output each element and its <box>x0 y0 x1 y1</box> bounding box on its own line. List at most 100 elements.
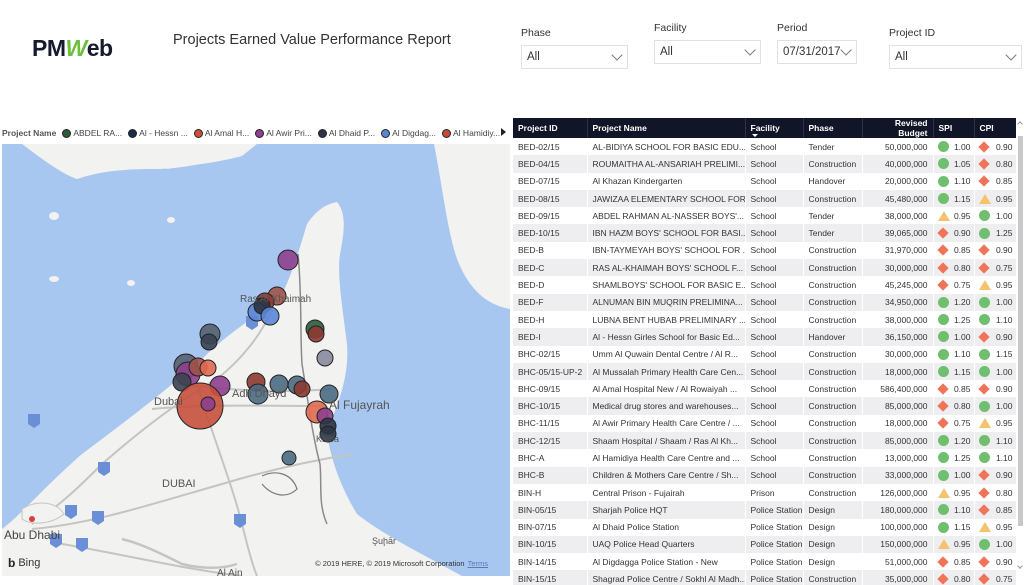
spi-status-diamond-icon <box>936 383 949 395</box>
legend-item[interactable]: Al Digdag... <box>381 128 436 138</box>
legend-next-arrow-icon[interactable] <box>501 128 506 136</box>
legend-label: Al Digdag... <box>392 128 437 138</box>
column-header-cpi[interactable]: CPI <box>974 118 1016 138</box>
table-row[interactable]: BIN-14/15 Al Digdagga Police Station - Ne… <box>513 553 1016 571</box>
project-bubble[interactable] <box>200 333 218 351</box>
spi-cell: 0.95 <box>933 207 975 225</box>
phase-cell: Construction <box>803 414 863 433</box>
cpi-value: 0.90 <box>995 331 1013 342</box>
spi-cell: 1.00 <box>933 138 975 156</box>
table-row[interactable]: BHC-05/15-UP-2 Al Mussalah Primary Health… <box>513 362 1016 381</box>
legend-item[interactable]: Al Hamidiy... <box>442 128 500 138</box>
facility-dropdown[interactable]: All <box>654 40 761 64</box>
project-bubble[interactable] <box>316 349 334 367</box>
phase-dropdown[interactable]: All <box>521 45 628 69</box>
project-bubble[interactable] <box>281 450 297 466</box>
table-scrollbar[interactable] <box>1017 120 1024 580</box>
bing-logo: b Bing <box>8 556 41 570</box>
revised-budget-cell: 100,000,000 <box>862 518 934 536</box>
table-row[interactable]: BIN-07/15 Al Dhaid Police Station Police S… <box>513 518 1016 536</box>
legend-item[interactable]: Al Dhaid P... <box>317 128 375 138</box>
table-row[interactable]: BED-07/15 Al Khazan Kindergarten School Han… <box>513 172 1016 190</box>
sort-descending-icon <box>751 134 758 137</box>
legend-item[interactable]: ABDEL RA... <box>62 128 122 138</box>
table-row[interactable]: BHC-09/15 Al Amal Hospital New / Al Rowai… <box>513 380 1016 398</box>
scroll-thumb[interactable] <box>1018 136 1023 526</box>
cpi-cell: 1.00 <box>974 535 1016 554</box>
table-row[interactable]: BED-I Al - Hessn Girles School for Basic … <box>513 328 1016 346</box>
land-island <box>49 212 59 220</box>
table-row[interactable]: BED-08/15 JAWIZAA ELEMENTARY SCHOOL FOR..… <box>513 189 1016 208</box>
project-bubble[interactable] <box>199 359 217 377</box>
cpi-cell: 0.75 <box>974 570 1016 585</box>
column-header-project-id[interactable]: Project ID <box>513 118 588 138</box>
table-row[interactable]: BED-09/15 ABDEL RAHMAN AL-NASSER BOYS'...… <box>513 207 1016 225</box>
legend-item[interactable]: Al Awir Pri... <box>255 128 312 138</box>
period-slicer: Period 07/31/2017 <box>777 22 857 64</box>
project-name-cell: Umm Al Quwain Dental Centre / Al R... <box>587 345 746 363</box>
spi-cell: 1.00 <box>933 466 975 484</box>
project-bubble[interactable] <box>200 396 216 412</box>
table-row[interactable]: BIN-05/15 Sharjah Police HQT Police Statio… <box>513 501 1016 519</box>
table-row[interactable]: BED-10/15 IBN HAZM BOYS' SCHOOL FOR BASI.… <box>513 224 1016 242</box>
project-bubble[interactable] <box>176 382 224 430</box>
legend-item[interactable]: Al - Hessn ... <box>128 128 188 138</box>
terms-link[interactable]: Terms <box>468 559 488 568</box>
table-row[interactable]: BIN-15/15 Shagrad Police Centre / Sokhl A… <box>513 570 1016 585</box>
scroll-up-icon[interactable] <box>1017 121 1023 127</box>
cpi-cell: 0.95 <box>974 414 1016 433</box>
abu-dhabi-marker <box>29 516 35 522</box>
table-row[interactable]: BED-02/15 AL-BIDIYA SCHOOL FOR BASIC EDU.… <box>513 138 1016 156</box>
legend-item[interactable]: Al Amal H... <box>193 128 249 138</box>
column-header-project-name[interactable]: Project Name <box>587 118 746 138</box>
project-bubble[interactable] <box>307 325 325 343</box>
map-legend: Project Name ABDEL RA... Al - Hessn ... Al… <box>2 126 510 140</box>
column-header-spi[interactable]: SPI <box>933 118 975 138</box>
table-row[interactable]: BHC-02/15 Umm Al Quwain Dental Centre / A… <box>513 345 1016 363</box>
spi-status-circle-icon <box>937 469 949 481</box>
cpi-cell: 0.95 <box>974 189 1016 208</box>
report-title: Projects Earned Value Performance Report <box>173 32 451 48</box>
spi-value: 1.15 <box>953 193 971 204</box>
table-row[interactable]: BED-H LUBNA BENT HUBAB PRELIMINARY ... Sch… <box>513 310 1016 329</box>
project-bubble[interactable] <box>293 380 311 398</box>
cpi-status-circle-icon <box>978 452 990 464</box>
revised-budget-cell: 150,000,000 <box>862 535 934 554</box>
phase-cell: Tender <box>803 138 863 156</box>
legend-title: Project Name <box>2 128 57 138</box>
column-header-revised-budget[interactable]: Revised Budget <box>862 118 934 138</box>
column-header-phase[interactable]: Phase <box>803 118 863 138</box>
table-row[interactable]: BHC-10/15 Medical drug stores and warehou… <box>513 397 1016 415</box>
table-row[interactable]: BHC-A Al Hamidiya Health Care Centre and … <box>513 449 1016 467</box>
table-row[interactable]: BIN-10/15 UAQ Police Head Quarters Police … <box>513 535 1016 554</box>
column-header-facility[interactable]: Facility <box>745 118 804 138</box>
project-id-cell: BED-F <box>513 293 588 311</box>
cpi-status-circle-icon <box>978 400 990 412</box>
table-row[interactable]: BHC-11/15 Al Awir Primary Health Care Cen… <box>513 414 1016 433</box>
scroll-down-icon[interactable] <box>1017 563 1023 569</box>
period-dropdown[interactable]: 07/31/2017 <box>777 40 857 64</box>
project-bubble[interactable] <box>277 249 299 271</box>
project-map[interactable]: Ras Al Khaimah Dubai Adh Dhayd Al Fujayr… <box>2 144 510 576</box>
project-bubble[interactable] <box>260 306 280 326</box>
spi-cell: 1.10 <box>933 345 975 363</box>
table-row[interactable]: BED-F ALNUMAN BIN MUQRIN PRELIMINA... Scho… <box>513 293 1016 311</box>
table-row[interactable]: BED-C RAS AL-KHAIMAH BOYS' SCHOOL F... Sch… <box>513 259 1016 277</box>
slicer-label: Period <box>777 22 808 34</box>
project-id-cell: BHC-11/15 <box>513 414 588 433</box>
map-label-adh-dhayd: Adh Dhayd <box>232 388 287 400</box>
cpi-status-triangle-icon <box>978 193 991 204</box>
cpi-status-diamond-icon <box>977 140 990 153</box>
revised-budget-cell: 18,000,000 <box>862 362 934 381</box>
revised-budget-cell: 34,950,000 <box>862 293 934 311</box>
table-row[interactable]: BIN-H Central Prison - Fujairah Prison Cons… <box>513 483 1016 502</box>
cpi-cell: 0.75 <box>974 259 1016 277</box>
table-row[interactable]: BHC-B Children & Mothers Care Centre / Sh… <box>513 466 1016 484</box>
cpi-status-circle-icon <box>978 348 990 360</box>
project-id-dropdown[interactable]: All <box>889 45 1022 69</box>
spi-value: 1.20 <box>953 435 971 446</box>
table-row[interactable]: BHC-12/15 Shaam Hospital / Shaam / Ras Al… <box>513 432 1016 450</box>
table-row[interactable]: BED-B IBN-TAYMEYAH BOYS' SCHOOL FOR ... Sc… <box>513 241 1016 260</box>
table-row[interactable]: BED-04/15 ROUMAITHA AL-ANSARIAH PRELIMI..… <box>513 155 1016 173</box>
table-row[interactable]: BED-D SHAMLBOYS' SCHOOL FOR BASIC E... Sch… <box>513 276 1016 294</box>
